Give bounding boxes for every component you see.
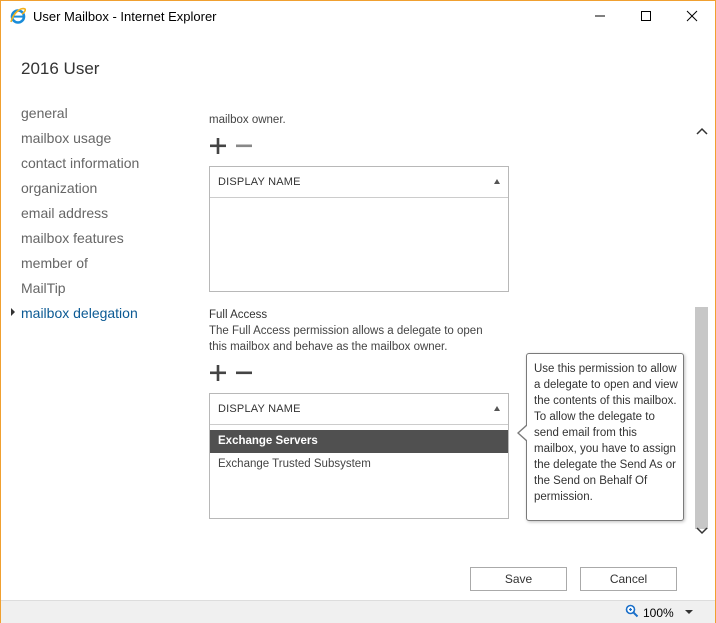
minimize-icon [595,15,605,17]
minus-icon[interactable] [235,364,253,382]
save-button[interactable]: Save [470,567,567,591]
nav-item-mailbox-usage[interactable]: mailbox usage [21,128,139,153]
maximize-button[interactable] [623,1,669,31]
internet-explorer-icon [9,7,27,25]
magnifier-icon [625,604,639,621]
nav-item-contact-information[interactable]: contact information [21,153,139,178]
nav-item-general[interactable]: general [21,103,139,128]
close-button[interactable] [669,1,715,31]
nav-item-label: mailbox delegation [21,305,138,321]
tooltip-pointer-fill [519,425,528,441]
close-icon [686,10,698,22]
maximize-icon [641,11,651,21]
zoom-control[interactable]: 100% [625,604,674,621]
zoom-level: 100% [643,605,674,620]
page-title: 2016 User [21,59,100,78]
column-header-display-name: DISPLAY NAME [218,176,301,188]
scroll-thumb[interactable] [695,307,708,529]
nav-item-organization[interactable]: organization [21,178,139,203]
send-on-behalf-list[interactable]: DISPLAY NAME [209,166,509,292]
full-access-list[interactable]: DISPLAY NAME Exchange Servers Exchange T… [209,393,509,519]
minus-icon[interactable] [235,137,253,155]
minimize-button[interactable] [577,1,623,31]
window-title: User Mailbox - Internet Explorer [33,9,217,24]
chevron-down-icon[interactable] [685,610,693,614]
active-arrow-icon [11,308,15,316]
sidebar-nav: general mailbox usage contact informatio… [11,103,139,328]
vertical-scrollbar[interactable] [693,123,711,543]
column-header-display-name: DISPLAY NAME [218,403,301,415]
sort-ascending-icon [494,179,500,184]
list-header[interactable]: DISPLAY NAME [210,394,508,425]
list-header[interactable]: DISPLAY NAME [210,167,508,198]
plus-icon[interactable] [209,137,227,155]
full-access-description: The Full Access permission allows a dele… [209,325,483,353]
nav-item-mailtip[interactable]: MailTip [21,278,139,303]
full-access-heading: Full Access [209,309,268,321]
plus-icon[interactable] [209,364,227,382]
title-bar: User Mailbox - Internet Explorer [1,1,715,31]
scroll-down-icon[interactable] [695,523,709,541]
table-row[interactable]: Exchange Trusted Subsystem [210,453,508,476]
nav-item-mailbox-delegation[interactable]: mailbox delegation [11,303,139,328]
browser-window: User Mailbox - Internet Explorer 2016 Us… [0,0,716,623]
nav-item-mailbox-features[interactable]: mailbox features [21,228,139,253]
sort-ascending-icon [494,406,500,411]
scroll-up-icon[interactable] [695,123,709,141]
nav-item-email-address[interactable]: email address [21,203,139,228]
tooltip-text: Use this permission to allow a delegate … [534,363,678,503]
table-row[interactable]: Exchange Servers [210,430,508,453]
send-on-behalf-toolbar [209,137,253,155]
nav-item-member-of[interactable]: member of [21,253,139,278]
full-access-tooltip: Use this permission to allow a delegate … [517,353,684,521]
full-access-toolbar [209,364,253,382]
send-on-behalf-trailing-text: mailbox owner. [209,114,286,126]
status-bar: 100% [1,600,715,623]
cancel-button[interactable]: Cancel [580,567,677,591]
